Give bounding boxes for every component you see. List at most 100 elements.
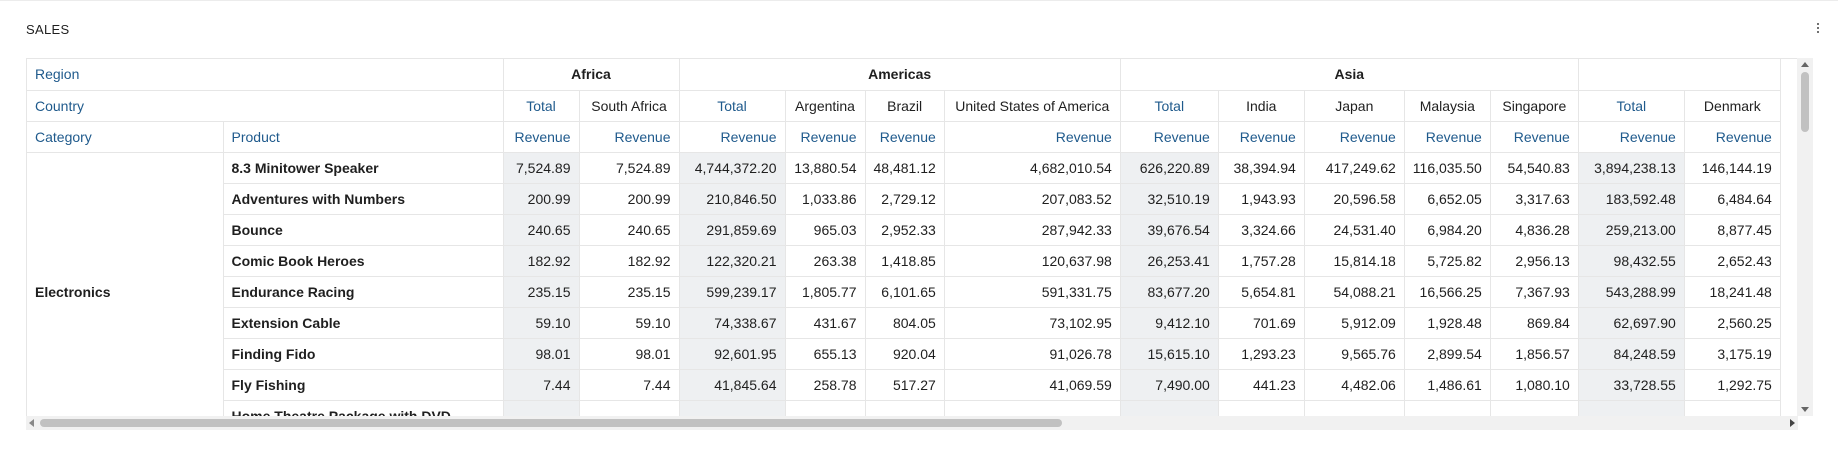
total-revenue-cell[interactable]: 599,239.17 <box>679 276 786 308</box>
revenue-cell[interactable]: 235.15 <box>579 276 680 308</box>
revenue-header[interactable]: Revenue <box>1684 121 1781 153</box>
total-revenue-cell[interactable]: 39,676.54 <box>1120 214 1219 246</box>
revenue-cell[interactable] <box>579 400 680 417</box>
revenue-cell[interactable]: 54,540.83 <box>1490 152 1579 184</box>
revenue-header[interactable]: Revenue <box>1304 121 1405 153</box>
horizontal-scrollbar[interactable] <box>26 416 1798 430</box>
revenue-header[interactable]: Revenue <box>865 121 945 153</box>
revenue-cell[interactable]: 287,942.33 <box>944 214 1121 246</box>
revenue-cell[interactable]: 6,652.05 <box>1404 183 1491 215</box>
revenue-cell[interactable]: 1,943.93 <box>1218 183 1305 215</box>
country-south-africa[interactable]: South Africa <box>579 90 680 122</box>
revenue-header[interactable]: Revenue <box>579 121 680 153</box>
total-revenue-cell[interactable]: 83,677.20 <box>1120 276 1219 308</box>
revenue-cell[interactable]: 18,241.48 <box>1684 276 1781 308</box>
product-cell[interactable]: 8.3 Minitower Speaker <box>223 152 504 184</box>
total-revenue-cell[interactable]: 26,253.41 <box>1120 245 1219 277</box>
revenue-cell[interactable]: 91,026.78 <box>944 338 1121 370</box>
country-label[interactable]: Country <box>27 90 504 122</box>
country-argentina[interactable]: Argentina <box>785 90 866 122</box>
revenue-cell[interactable]: 1,805.77 <box>785 276 866 308</box>
total-revenue-cell[interactable]: 33,728.55 <box>1578 369 1685 401</box>
total-revenue-cell[interactable]: 543,288.99 <box>1578 276 1685 308</box>
revenue-cell[interactable]: 3,175.19 <box>1684 338 1781 370</box>
revenue-cell[interactable]: 804.05 <box>865 307 945 339</box>
total-revenue-cell[interactable]: 240.65 <box>503 214 580 246</box>
revenue-cell[interactable]: 4,836.28 <box>1490 214 1579 246</box>
revenue-header[interactable]: Revenue <box>1218 121 1305 153</box>
total-revenue-cell[interactable]: 210,846.50 <box>679 183 786 215</box>
revenue-cell[interactable]: 1,293.23 <box>1218 338 1305 370</box>
revenue-cell[interactable]: 441.23 <box>1218 369 1305 401</box>
revenue-cell[interactable]: 200.99 <box>579 183 680 215</box>
revenue-cell[interactable]: 38,394.94 <box>1218 152 1305 184</box>
country-japan[interactable]: Japan <box>1304 90 1405 122</box>
revenue-cell[interactable]: 240.65 <box>579 214 680 246</box>
horizontal-scroll-thumb[interactable] <box>40 419 1062 427</box>
total-revenue-cell[interactable]: 626,220.89 <box>1120 152 1219 184</box>
revenue-cell[interactable]: 120,637.98 <box>944 245 1121 277</box>
revenue-header[interactable]: Revenue <box>1120 121 1219 153</box>
total-revenue-cell[interactable]: 235.15 <box>503 276 580 308</box>
revenue-cell[interactable]: 431.67 <box>785 307 866 339</box>
total-revenue-cell[interactable]: 84,248.59 <box>1578 338 1685 370</box>
total-revenue-cell[interactable]: 41,845.64 <box>679 369 786 401</box>
revenue-cell[interactable]: 2,729.12 <box>865 183 945 215</box>
revenue-cell[interactable] <box>865 400 945 417</box>
revenue-cell[interactable]: 2,956.13 <box>1490 245 1579 277</box>
product-label[interactable]: Product <box>223 121 504 153</box>
scroll-down-icon[interactable] <box>1801 407 1809 412</box>
revenue-cell[interactable]: 182.92 <box>579 245 680 277</box>
revenue-cell[interactable]: 965.03 <box>785 214 866 246</box>
revenue-cell[interactable]: 517.27 <box>865 369 945 401</box>
revenue-cell[interactable]: 7.44 <box>579 369 680 401</box>
total-revenue-cell[interactable]: 9,412.10 <box>1120 307 1219 339</box>
country-total-europe[interactable]: Total <box>1578 90 1685 122</box>
revenue-cell[interactable]: 263.38 <box>785 245 866 277</box>
revenue-cell[interactable]: 1,856.57 <box>1490 338 1579 370</box>
revenue-cell[interactable] <box>785 400 866 417</box>
region-europe[interactable] <box>1578 59 1781 91</box>
revenue-cell[interactable]: 73,102.95 <box>944 307 1121 339</box>
total-revenue-cell[interactable]: 4,744,372.20 <box>679 152 786 184</box>
revenue-cell[interactable]: 655.13 <box>785 338 866 370</box>
revenue-cell[interactable] <box>1684 400 1781 417</box>
revenue-cell[interactable]: 24,531.40 <box>1304 214 1405 246</box>
revenue-cell[interactable]: 920.04 <box>865 338 945 370</box>
total-revenue-cell[interactable]: 182.92 <box>503 245 580 277</box>
scroll-up-icon[interactable] <box>1801 62 1809 67</box>
total-revenue-cell[interactable]: 74,338.67 <box>679 307 786 339</box>
total-revenue-cell[interactable]: 92,601.95 <box>679 338 786 370</box>
country-malaysia[interactable]: Malaysia <box>1404 90 1491 122</box>
product-cell[interactable]: Home Theatre Package with DVD- <box>223 400 504 417</box>
revenue-cell[interactable] <box>944 400 1121 417</box>
total-revenue-cell[interactable] <box>503 400 580 417</box>
revenue-cell[interactable] <box>1218 400 1305 417</box>
revenue-cell[interactable]: 591,331.75 <box>944 276 1121 308</box>
product-cell[interactable]: Fly Fishing <box>223 369 504 401</box>
revenue-cell[interactable] <box>1490 400 1579 417</box>
revenue-cell[interactable]: 5,912.09 <box>1304 307 1405 339</box>
total-revenue-cell[interactable]: 62,697.90 <box>1578 307 1685 339</box>
total-revenue-cell[interactable]: 59.10 <box>503 307 580 339</box>
total-revenue-cell[interactable] <box>1120 400 1219 417</box>
revenue-cell[interactable]: 6,101.65 <box>865 276 945 308</box>
revenue-cell[interactable]: 2,899.54 <box>1404 338 1491 370</box>
revenue-cell[interactable]: 1,928.48 <box>1404 307 1491 339</box>
revenue-cell[interactable]: 5,725.82 <box>1404 245 1491 277</box>
region-asia[interactable]: Asia <box>1120 59 1579 91</box>
revenue-header[interactable]: Revenue <box>785 121 866 153</box>
total-revenue-cell[interactable]: 32,510.19 <box>1120 183 1219 215</box>
revenue-cell[interactable]: 116,035.50 <box>1404 152 1491 184</box>
revenue-header[interactable]: Revenue <box>1404 121 1491 153</box>
country-total-americas[interactable]: Total <box>679 90 786 122</box>
revenue-cell[interactable]: 2,952.33 <box>865 214 945 246</box>
product-cell[interactable]: Extension Cable <box>223 307 504 339</box>
category-label[interactable]: Category <box>27 121 224 153</box>
product-cell[interactable]: Endurance Racing <box>223 276 504 308</box>
country-total-africa[interactable]: Total <box>503 90 580 122</box>
region-label[interactable]: Region <box>27 59 504 91</box>
total-revenue-cell[interactable]: 98.01 <box>503 338 580 370</box>
revenue-cell[interactable]: 13,880.54 <box>785 152 866 184</box>
revenue-cell[interactable]: 98.01 <box>579 338 680 370</box>
